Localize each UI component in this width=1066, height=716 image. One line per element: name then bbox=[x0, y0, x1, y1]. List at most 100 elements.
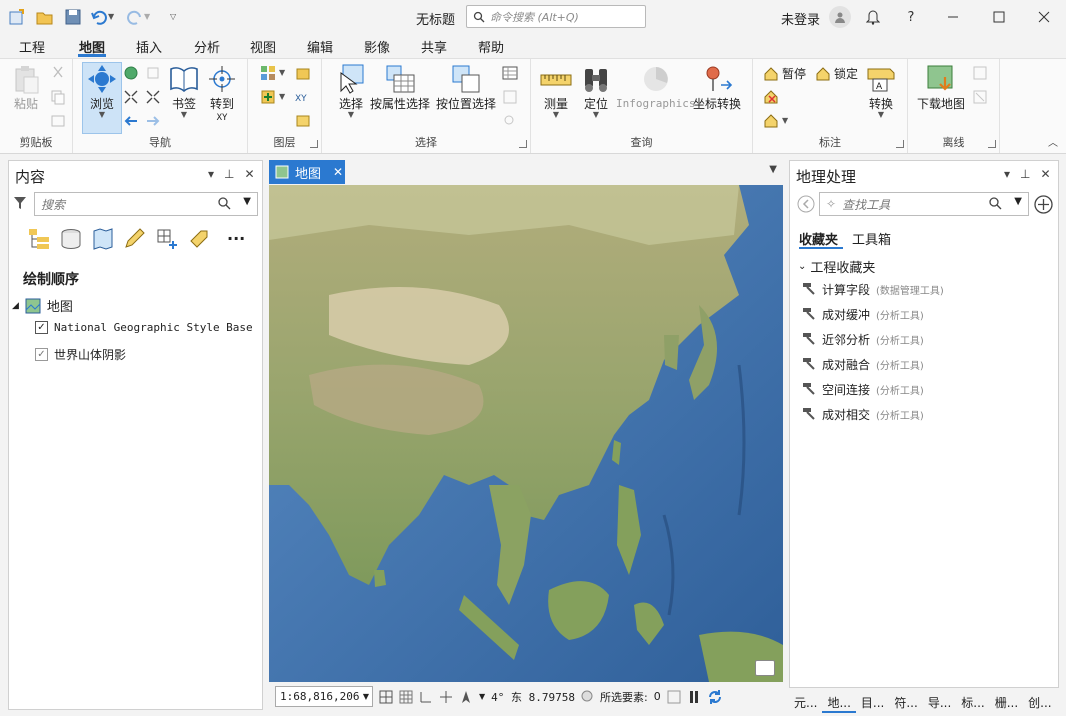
close-tab-icon[interactable]: ✕ bbox=[333, 165, 343, 179]
select-button[interactable]: 选择 ▼ bbox=[335, 63, 367, 119]
help-icon[interactable]: ? bbox=[902, 8, 920, 26]
sync-icon[interactable] bbox=[972, 65, 988, 81]
north-arrow-icon[interactable] bbox=[459, 690, 473, 704]
tab-project[interactable]: 工程 bbox=[19, 37, 45, 56]
contents-search-input[interactable]: 搜索 ▼ bbox=[34, 192, 258, 216]
maximize-icon[interactable] bbox=[990, 8, 1008, 26]
tab-toolboxes[interactable]: 工具箱 bbox=[852, 229, 891, 248]
layer-group-launcher[interactable] bbox=[310, 140, 318, 148]
tab-edit[interactable]: 编辑 bbox=[307, 37, 333, 56]
measure-button[interactable]: 测量 ▼ bbox=[540, 63, 572, 119]
layer-visibility-checkbox[interactable]: ✓ bbox=[35, 321, 48, 334]
selection-group-launcher[interactable] bbox=[519, 140, 527, 148]
add-xy-data-icon[interactable]: XY bbox=[295, 89, 311, 105]
full-extent-icon[interactable] bbox=[123, 65, 139, 81]
grid-icon[interactable] bbox=[399, 690, 413, 704]
scale-selector[interactable]: 1:68,816,206 ▼ bbox=[275, 686, 373, 707]
map-tree-node[interactable]: ◢ 地图 bbox=[12, 296, 73, 315]
list-by-labeling-icon[interactable] bbox=[187, 227, 211, 251]
layer-row[interactable]: ✓ National Geographic Style Base bbox=[35, 321, 253, 334]
tool-item[interactable]: 成对相交 (分析工具) bbox=[802, 406, 924, 423]
fixed-zoom-in-icon[interactable] bbox=[123, 89, 139, 105]
labeling-group-launcher[interactable] bbox=[896, 140, 904, 148]
project-favorites-header[interactable]: ⌄ 工程收藏夹 bbox=[798, 257, 875, 276]
undo-icon[interactable]: ▼ bbox=[90, 8, 114, 26]
dock-tab[interactable]: 元... bbox=[789, 693, 822, 713]
pin-icon[interactable]: ⊥ bbox=[1020, 167, 1030, 181]
dock-tab[interactable]: 符... bbox=[889, 693, 922, 713]
pin-icon[interactable]: ⊥ bbox=[224, 167, 234, 181]
list-by-snapping-icon[interactable] bbox=[155, 227, 179, 251]
map-view-tab[interactable]: 地图 ✕ bbox=[269, 160, 345, 184]
list-by-selection-icon[interactable] bbox=[91, 227, 115, 251]
convert-labels-button[interactable]: A 转换 ▼ bbox=[865, 63, 897, 119]
clear-selection-icon[interactable] bbox=[502, 89, 518, 105]
close-pane-icon[interactable]: ✕ bbox=[244, 167, 254, 181]
bookmarks-button[interactable]: 书签 ▼ bbox=[168, 63, 200, 119]
layer-visibility-checkbox[interactable]: ✓ bbox=[35, 348, 48, 361]
save-icon[interactable] bbox=[64, 8, 82, 26]
filter-icon[interactable] bbox=[13, 196, 27, 213]
dock-tab-geoprocessing[interactable]: 地... bbox=[822, 693, 856, 713]
tab-share[interactable]: 共享 bbox=[421, 37, 447, 56]
avatar-icon[interactable] bbox=[829, 6, 851, 28]
dock-tab[interactable]: 目... bbox=[856, 693, 889, 713]
tab-insert[interactable]: 插入 bbox=[136, 37, 162, 56]
chevron-down-icon[interactable]: ▼ bbox=[1014, 196, 1022, 207]
close-pane-icon[interactable]: ✕ bbox=[1040, 167, 1050, 181]
map-canvas[interactable] bbox=[269, 185, 783, 682]
tab-help[interactable]: 帮助 bbox=[478, 37, 504, 56]
infographics-button[interactable]: Infographics bbox=[616, 63, 695, 111]
attributes-icon[interactable] bbox=[502, 65, 518, 81]
paste-button[interactable]: 粘贴 bbox=[10, 63, 42, 111]
convert-coordinates-button[interactable]: 坐标转换 bbox=[693, 63, 741, 111]
refresh-icon[interactable] bbox=[707, 689, 723, 705]
find-tools-input[interactable]: ✧ 查找工具 ▼ bbox=[819, 192, 1029, 216]
select-by-attributes-button[interactable]: 按属性选择 bbox=[370, 63, 430, 111]
pause-labels-button[interactable]: 暂停 bbox=[763, 65, 806, 82]
tab-view[interactable]: 视图 bbox=[250, 37, 276, 56]
chevron-down-icon[interactable]: ▼ bbox=[479, 692, 485, 701]
download-map-button[interactable]: 下载地图 bbox=[917, 63, 965, 111]
snapping-icon[interactable] bbox=[379, 690, 393, 704]
back-icon[interactable] bbox=[797, 195, 815, 216]
dock-tab[interactable]: 创... bbox=[1023, 693, 1056, 713]
clear-selection-icon[interactable] bbox=[667, 690, 681, 704]
open-project-icon[interactable] bbox=[36, 8, 54, 26]
tool-item[interactable]: 空间连接 (分析工具) bbox=[802, 381, 924, 398]
collapse-ribbon-icon[interactable]: ︿ bbox=[1048, 134, 1058, 149]
minimize-icon[interactable] bbox=[944, 8, 962, 26]
dock-tab[interactable]: 导... bbox=[923, 693, 956, 713]
more-labeling-icon[interactable]: ▼ bbox=[763, 113, 788, 129]
tool-item[interactable]: 近邻分析 (分析工具) bbox=[802, 331, 924, 348]
cut-icon[interactable] bbox=[50, 65, 66, 81]
redo-icon[interactable]: ▼ bbox=[126, 8, 150, 26]
next-extent-icon[interactable] bbox=[145, 113, 161, 129]
zoom-to-layer-icon[interactable] bbox=[145, 65, 161, 81]
pane-options-icon[interactable]: ▾ bbox=[1004, 167, 1010, 181]
tab-list-chevron-icon[interactable]: ▼ bbox=[769, 164, 777, 175]
dock-tab[interactable]: 栅... bbox=[990, 693, 1023, 713]
pane-options-icon[interactable]: ▾ bbox=[208, 167, 214, 181]
goto-xy-button[interactable]: 转到 XY bbox=[206, 63, 238, 125]
customize-qat-icon[interactable]: ▽ bbox=[170, 8, 176, 26]
lock-labels-button[interactable]: 锁定 bbox=[815, 65, 858, 82]
list-by-drawing-order-icon[interactable] bbox=[27, 227, 51, 251]
add-graphics-icon[interactable] bbox=[295, 113, 311, 129]
chevron-down-icon[interactable]: ▼ bbox=[243, 196, 251, 207]
pause-drawing-icon[interactable] bbox=[687, 690, 701, 704]
view-unplaced-icon[interactable] bbox=[763, 89, 779, 105]
copy-icon[interactable] bbox=[50, 89, 66, 105]
basemap-icon[interactable]: ▼ bbox=[260, 65, 285, 81]
zoom-to-selection-icon[interactable] bbox=[502, 113, 518, 129]
add-preset-icon[interactable] bbox=[295, 65, 311, 81]
select-by-location-button[interactable]: 按位置选择 bbox=[436, 63, 496, 111]
expand-arrow-icon[interactable]: ◢ bbox=[12, 301, 19, 311]
explore-button[interactable]: 浏览 ▼ bbox=[82, 62, 122, 134]
tool-item[interactable]: 计算字段 (数据管理工具) bbox=[802, 281, 944, 298]
dock-tab[interactable]: 标... bbox=[956, 693, 989, 713]
previous-extent-icon[interactable] bbox=[123, 113, 139, 129]
fixed-zoom-out-icon[interactable] bbox=[145, 89, 161, 105]
constraints-icon[interactable] bbox=[419, 690, 433, 704]
copy-path-icon[interactable] bbox=[50, 113, 66, 129]
